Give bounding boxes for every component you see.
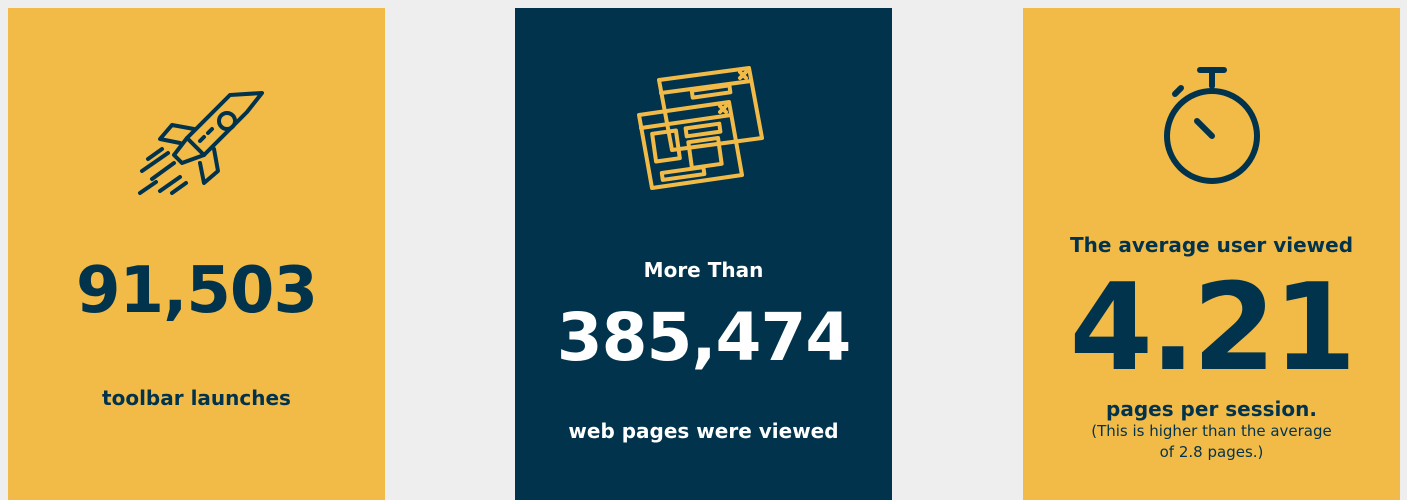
stat-label: web pages were viewed	[568, 419, 839, 443]
stat-card-web-pages: More Than 385,474 web pages were viewed	[515, 8, 892, 500]
stat-card-pages-per-session: The average user viewed 4.21 pages per s…	[1023, 8, 1400, 500]
stat-label: pages per session.	[1106, 397, 1317, 421]
stat-value: 91,503	[76, 254, 318, 328]
stat-prefix: The average user viewed	[1069, 233, 1354, 257]
browser-windows-icon	[636, 66, 764, 190]
stopwatch-icon	[1163, 67, 1260, 184]
stat-prefix: More Than	[643, 258, 764, 282]
stat-value: 385,474	[556, 299, 852, 376]
rocket-icon	[137, 91, 264, 195]
stat-note-line-1: (This is higher than the average	[1091, 422, 1332, 440]
stat-card-toolbar-launches: 91,503 toolbar launches	[8, 8, 385, 500]
stat-value: 4.21	[1069, 259, 1356, 398]
stat-note-line-2: of 2.8 pages.)	[1159, 443, 1264, 461]
stat-label: toolbar launches	[102, 386, 291, 410]
